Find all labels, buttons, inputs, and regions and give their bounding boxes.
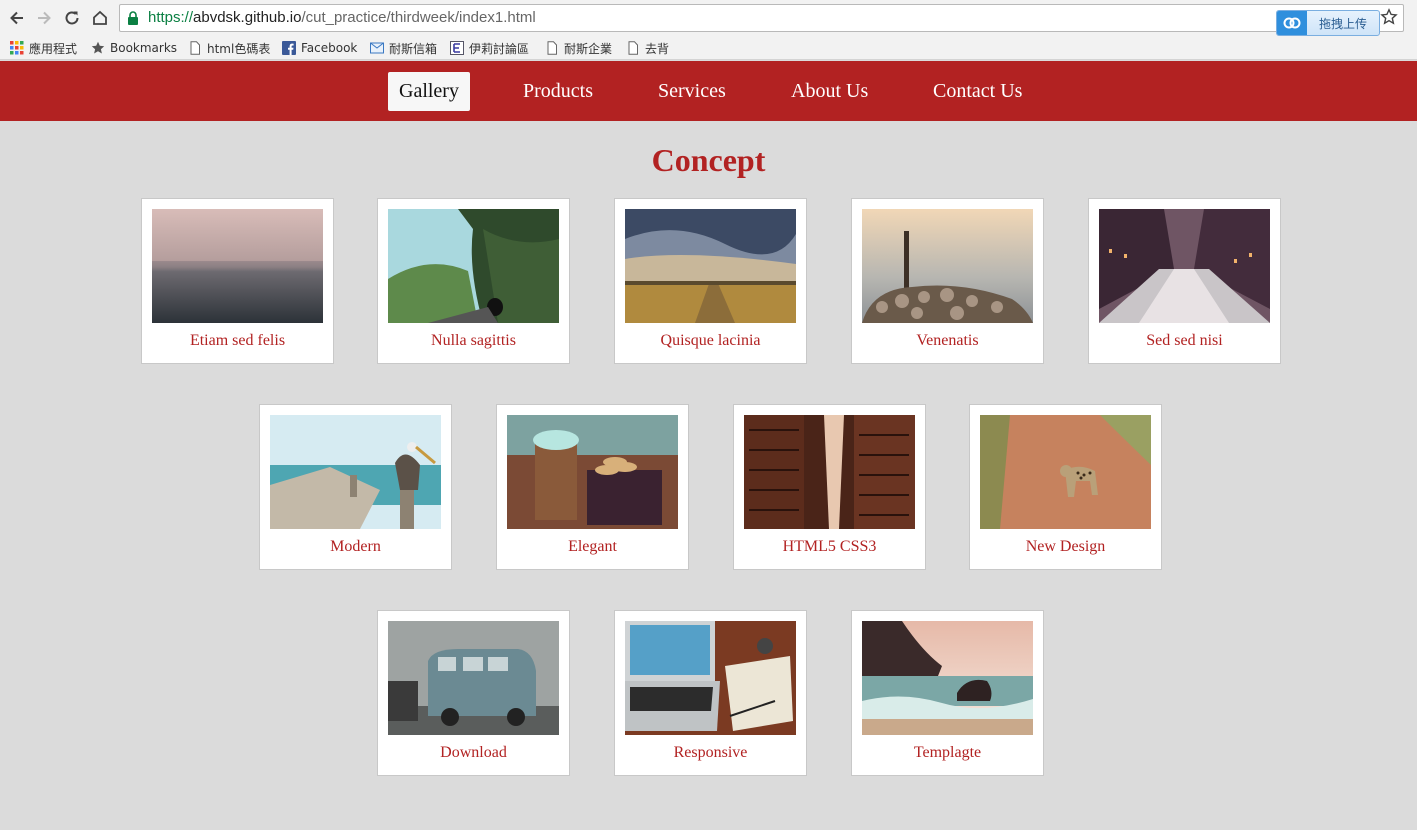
card-caption: Nulla sagittis	[431, 332, 516, 349]
photo-mountain-tunnel-road	[388, 209, 559, 323]
site-nav: Gallery Products Services About Us Conta…	[0, 61, 1417, 121]
card-caption: New Design	[1025, 538, 1106, 555]
home-icon[interactable]	[89, 7, 111, 29]
nav-about-us[interactable]: About Us	[780, 72, 879, 111]
bookmark-label: 耐斯信箱	[389, 41, 438, 56]
nav-contact-us[interactable]: Contact Us	[922, 72, 1033, 111]
page-icon	[628, 41, 638, 55]
card-caption: Etiam sed felis	[189, 332, 286, 349]
bookmark-eyny-forum[interactable]: 伊莉討論區	[450, 39, 529, 57]
gallery-card[interactable]: New Design	[969, 404, 1162, 570]
photo-pier-pelicans	[270, 415, 441, 529]
card-caption: Templagte	[913, 744, 982, 761]
facebook-icon	[282, 41, 296, 55]
bookmark-star-icon[interactable]	[1380, 8, 1398, 26]
nav-gallery[interactable]: Gallery	[388, 72, 470, 111]
bookmark-html-colors[interactable]: html色碼表	[188, 39, 270, 57]
gallery-card[interactable]: Download	[377, 610, 570, 776]
bookmark-bookmarks[interactable]: Bookmarks	[91, 39, 177, 57]
gallery-card[interactable]: HTML5 CSS3	[733, 404, 926, 570]
photo-misty-sea	[152, 209, 323, 323]
card-caption: Quisque lacinia	[660, 332, 761, 349]
e-forum-icon	[450, 41, 464, 55]
card-caption: Download	[440, 744, 507, 761]
bookmark-label: 耐斯企業	[564, 41, 613, 56]
apps-grid-icon	[10, 41, 24, 55]
photo-coffee-cookies	[507, 415, 678, 529]
reload-icon[interactable]	[61, 7, 83, 29]
card-caption: HTML5 CSS3	[782, 538, 877, 555]
url-text: https://abvdsk.github.io/cut_practice/th…	[148, 9, 536, 26]
nav-services[interactable]: Services	[647, 72, 737, 111]
gallery-card[interactable]: Sed sed nisi	[1088, 198, 1281, 364]
gallery-card[interactable]: Quisque lacinia	[614, 198, 807, 364]
lock-icon	[128, 11, 138, 25]
bookmark-label: html色碼表	[207, 41, 271, 56]
mail-icon	[370, 42, 384, 54]
star-icon	[91, 41, 105, 54]
bookmark-label: Facebook	[301, 41, 358, 55]
address-bar[interactable]: https://abvdsk.github.io/cut_practice/th…	[119, 4, 1404, 32]
upload-label: 拖拽上传	[1319, 16, 1368, 31]
photo-vintage-van	[388, 621, 559, 735]
photo-grass-field-sky	[625, 209, 796, 323]
gallery-card[interactable]: Modern	[259, 404, 452, 570]
bookmark-label: 伊莉討論區	[469, 41, 530, 56]
gallery-card[interactable]: Etiam sed felis	[141, 198, 334, 364]
gallery-card[interactable]: Elegant	[496, 404, 689, 570]
browser-toolbar: https://abvdsk.github.io/cut_practice/th…	[0, 0, 1417, 36]
bookmark-label: 去背	[645, 41, 670, 56]
cloud-upload-icon	[1277, 11, 1307, 35]
gallery-card[interactable]: Venenatis	[851, 198, 1044, 364]
card-caption: Responsive	[673, 744, 748, 761]
bookmark-label: 應用程式	[29, 41, 78, 56]
gallery-card[interactable]: Responsive	[614, 610, 807, 776]
bookmark-remove-bg[interactable]: 去背	[626, 39, 669, 57]
page-title: Concept	[651, 142, 766, 178]
bookmark-label: Bookmarks	[110, 41, 178, 55]
page-icon	[190, 41, 200, 55]
photo-city-canal	[1099, 209, 1270, 323]
upload-extension-button[interactable]: 拖拽上传	[1276, 10, 1380, 36]
card-caption: Sed sed nisi	[1146, 332, 1223, 349]
page-icon	[547, 41, 557, 55]
bookmarks-bar: 應用程式 Bookmarks html色碼表 Facebook 耐斯信箱 伊莉討…	[0, 36, 1417, 60]
nav-products[interactable]: Products	[512, 72, 604, 111]
bookmark-facebook[interactable]: Facebook	[282, 39, 357, 57]
photo-fire-escapes	[744, 415, 915, 529]
photo-rocky-shore-waves	[862, 621, 1033, 735]
back-icon[interactable]	[6, 7, 28, 29]
gallery-card[interactable]: Templagte	[851, 610, 1044, 776]
photo-leopard-dirt-road	[980, 415, 1151, 529]
photo-pole-stones-lake	[862, 209, 1033, 323]
forward-icon[interactable]	[33, 7, 55, 29]
bookmark-nice-mail[interactable]: 耐斯信箱	[370, 39, 437, 57]
bookmark-nice-corp[interactable]: 耐斯企業	[545, 39, 612, 57]
photo-laptop-notebook	[625, 621, 796, 735]
bookmark-apps[interactable]: 應用程式	[10, 39, 77, 57]
card-caption: Modern	[330, 538, 381, 555]
gallery-card[interactable]: Nulla sagittis	[377, 198, 570, 364]
card-caption: Venenatis	[916, 332, 979, 349]
card-caption: Elegant	[568, 538, 617, 555]
